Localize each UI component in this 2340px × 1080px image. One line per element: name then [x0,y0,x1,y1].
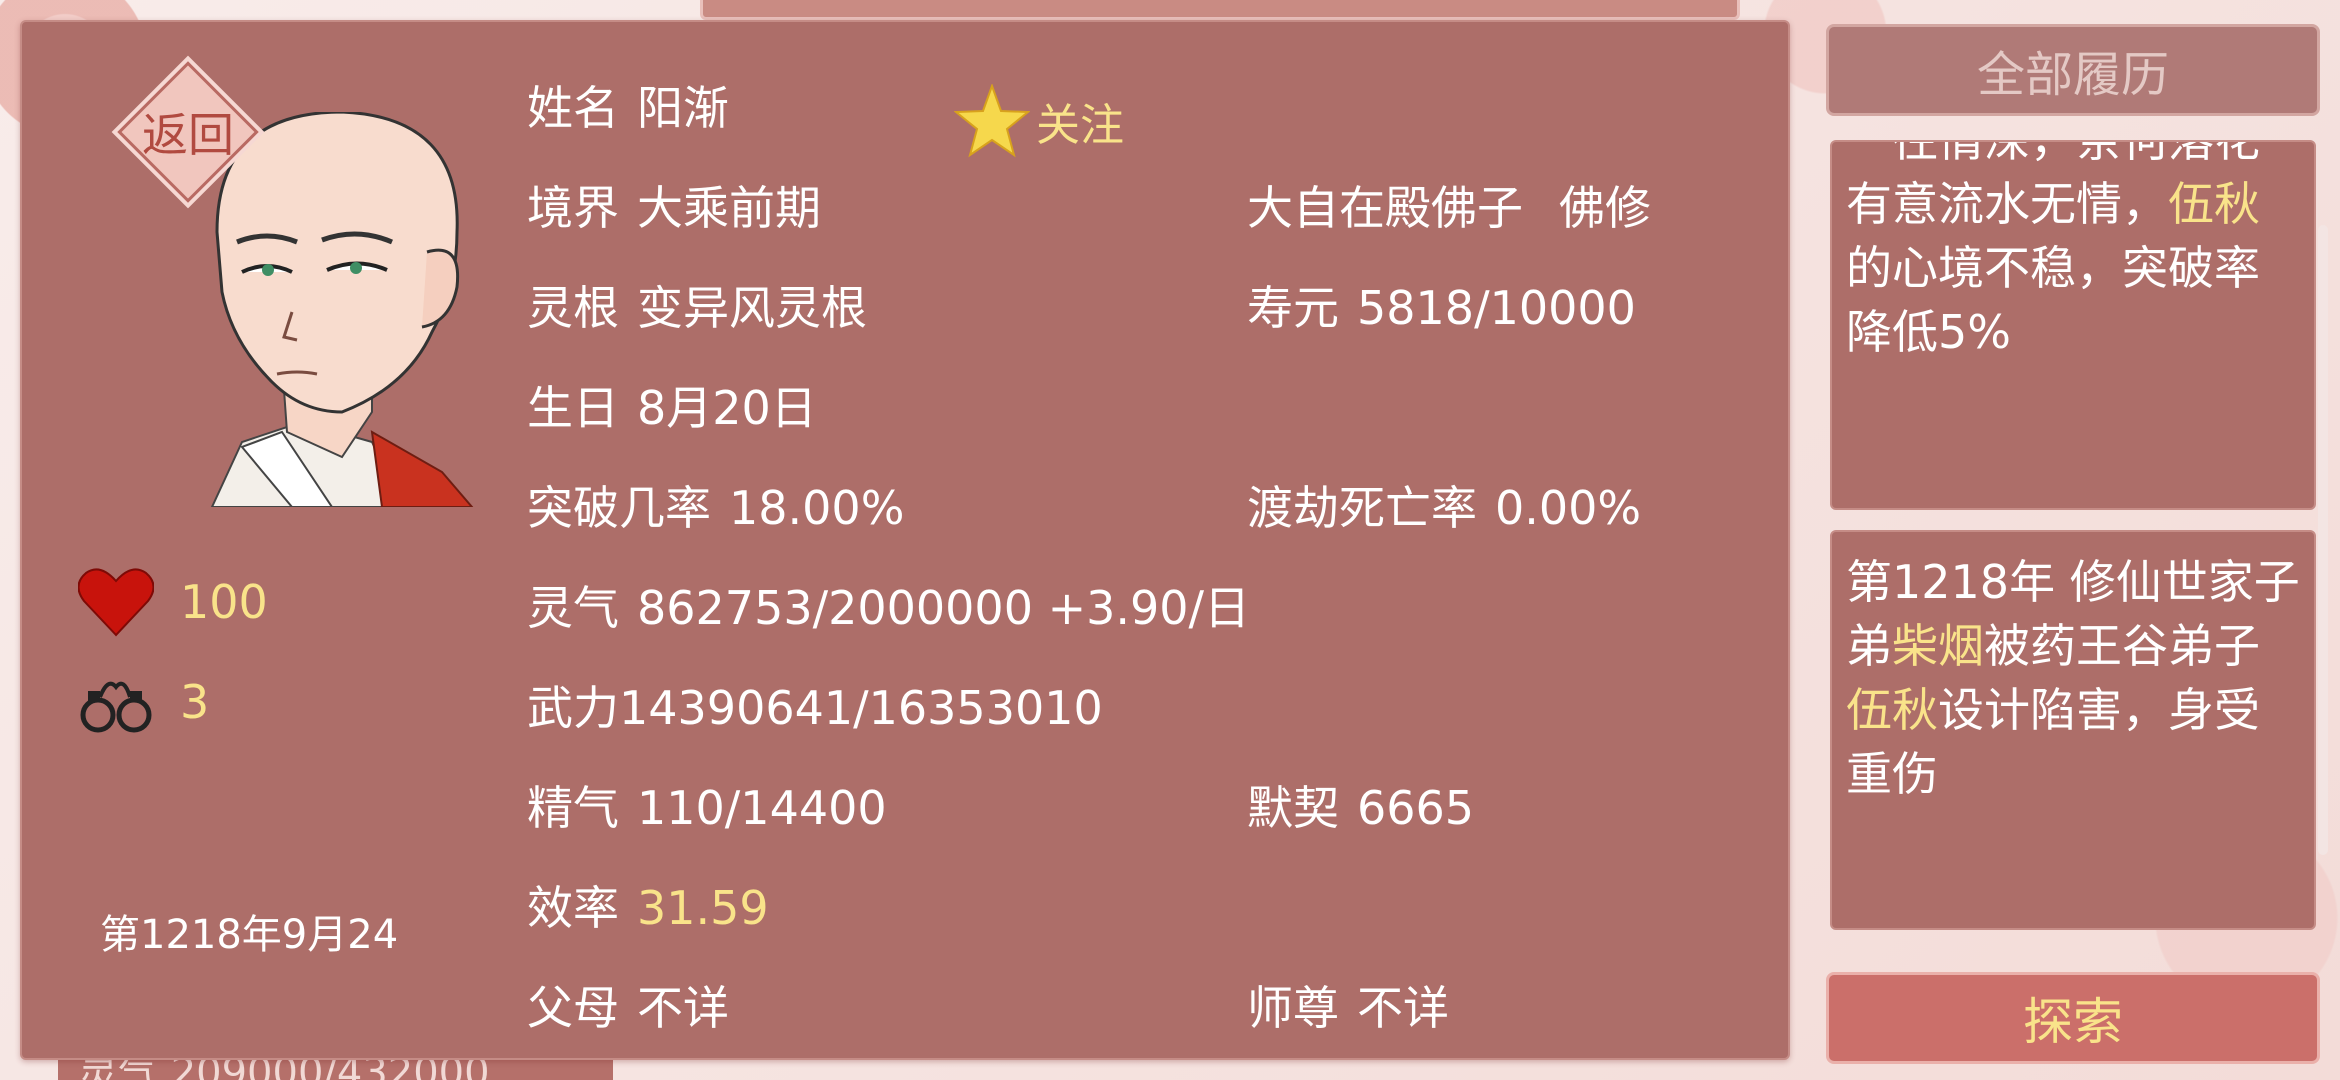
breakthrough-value: 18.00% [729,481,905,535]
name-row: 姓名 阳渐 [527,72,729,138]
hidden-top-bar [700,0,1740,20]
log-character-name[interactable]: 伍秋 [2168,177,2260,231]
back-button[interactable]: 返回 [108,52,268,212]
parents-label: 父母 [527,981,619,1035]
log-scrollbar[interactable] [2318,225,2328,855]
birthday-row: 生日 8月20日 [527,372,817,438]
rapport-row: 默契 6665 [1247,772,1474,838]
log-entry-text: 第1218年 修仙世家子弟柴烟被药王谷弟子伍秋设计陷害，身受重伤 [1832,550,2314,806]
realm-value: 大乘前期 [637,181,821,235]
essence-value: 110/14400 [637,781,887,835]
efficiency-label: 效率 [527,881,619,935]
follow-button[interactable]: 关注 [954,84,1124,158]
rapport-label: 默契 [1247,781,1339,835]
qi-label: 灵气 [527,581,619,635]
explore-button[interactable]: 探索 [1826,972,2320,1064]
root-label: 灵根 [527,281,619,335]
master-label: 师尊 [1247,981,1339,1035]
rapport-value: 6665 [1357,781,1475,835]
realm-label: 境界 [527,181,619,235]
handcuffs-icon [80,681,152,733]
realm-row: 境界 大乘前期 [527,172,821,238]
birthday-label: 生日 [527,381,619,435]
name-value: 阳渐 [637,81,729,135]
back-button-label: 返回 [142,108,234,162]
log-character-name[interactable]: 伍秋 [1846,683,1938,737]
current-date: 第1218年9月24 [100,912,399,958]
log-entry: 第1218年 修仙世家子弟柴烟被药王谷弟子伍秋设计陷害，身受重伤 [1830,530,2316,930]
log-entry: 一往情深，奈何落花有意流水无情，伍秋的心境不稳，突破率降低5% [1830,140,2316,510]
sect-row: 大自在殿佛子 佛修 [1247,172,1651,238]
lifespan-row: 寿元 5818/10000 [1247,272,1636,338]
master-value: 不详 [1357,981,1449,1035]
root-row: 灵根 变异风灵根 [527,272,867,338]
shackles-value: 3 [180,675,210,729]
efficiency-row: 效率 31.59 [527,872,769,938]
parents-value: 不详 [637,981,729,1035]
path-value: 佛修 [1559,181,1651,235]
health-row: 100 [78,567,268,637]
root-value: 变异风灵根 [637,281,867,335]
log-text-part: 被药王谷弟子 [1984,619,2260,673]
sect-title: 大自在殿佛子 [1247,181,1523,235]
log-entry-text: 一往情深，奈何落花有意流水无情，伍秋的心境不稳，突破率降低5% [1832,142,2314,364]
shackles-row: 3 [78,667,209,737]
force-row: 武力14390641/16353010 [527,672,1103,738]
qi-row: 灵气 862753/2000000 +3.90/日 [527,572,1250,638]
log-character-name[interactable]: 柴烟 [1892,619,1984,673]
tribulation-row: 渡劫死亡率 0.00% [1247,472,1641,538]
star-icon [954,84,1030,158]
tribulation-label: 渡劫死亡率 [1247,481,1477,535]
qi-value: 862753/2000000 +3.90/日 [637,581,1251,635]
birthday-value: 8月20日 [637,381,817,435]
lifespan-label: 寿元 [1247,281,1339,335]
lifespan-value: 5818/10000 [1357,281,1636,335]
efficiency-value: 31.59 [637,881,769,935]
breakthrough-label: 突破几率 [527,481,711,535]
heart-icon [78,568,154,637]
essence-label: 精气 [527,781,619,835]
force-value: 14390641/16353010 [619,681,1103,735]
essence-row: 精气 110/14400 [527,772,887,838]
character-detail-panel: 返回 100 3 第1218年9月24 姓名 阳渐 关注 境界 大乘前期 大自在殿佛… [20,20,1790,1060]
all-history-button[interactable]: 全部履历 [1826,24,2320,116]
force-label: 武力 [527,681,619,735]
tribulation-value: 0.00% [1495,481,1642,535]
name-label: 姓名 [527,81,619,135]
health-value: 100 [180,575,268,629]
breakthrough-row: 突破几率 18.00% [527,472,904,538]
follow-label: 关注 [1036,100,1124,151]
master-row: 师尊 不详 [1247,972,1449,1038]
log-text-part: 的心境不稳，突破率降低5% [1846,241,2260,359]
parents-row: 父母 不详 [527,972,729,1038]
